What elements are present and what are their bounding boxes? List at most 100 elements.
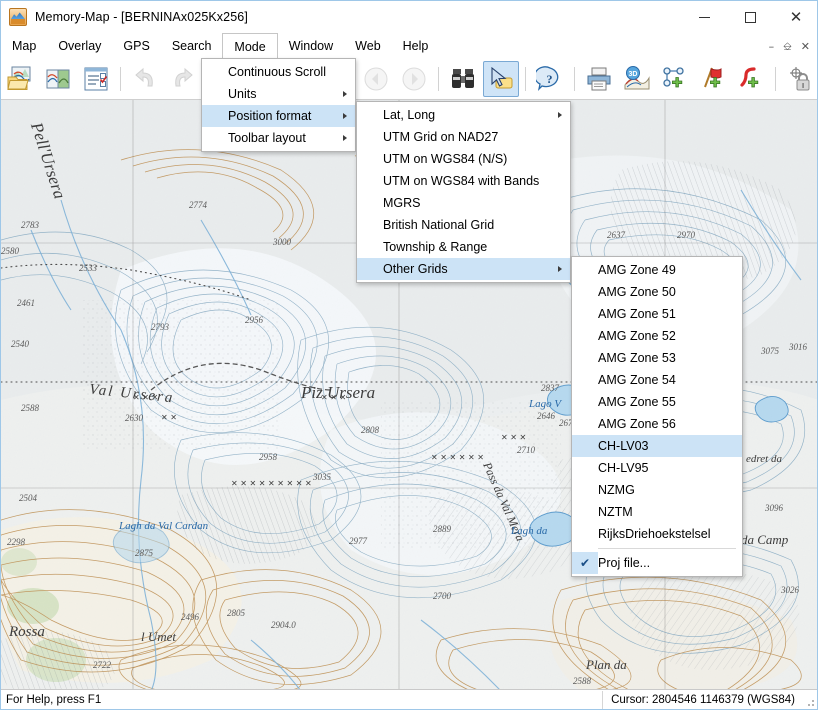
menu-item-amg-zone-53[interactable]: AMG Zone 53: [572, 347, 742, 369]
select-tool-button[interactable]: [483, 61, 519, 97]
add-track-button[interactable]: [733, 61, 769, 97]
menubar-item-window[interactable]: Window: [278, 33, 344, 59]
menu-item-units[interactable]: Units: [202, 83, 355, 105]
undo-button[interactable]: [127, 61, 163, 97]
resize-grip[interactable]: [803, 691, 817, 709]
maximize-button[interactable]: [727, 1, 773, 33]
menu-label: British National Grid: [383, 218, 495, 232]
toolbar-separator-2: [438, 67, 439, 91]
menubar-item-search[interactable]: Search: [161, 33, 223, 59]
menu-item-amg-zone-51[interactable]: AMG Zone 51: [572, 303, 742, 325]
menubar-item-map[interactable]: Map: [1, 33, 47, 59]
forward-arrow-icon: [402, 67, 426, 91]
help-button[interactable]: ?: [532, 61, 568, 97]
menu-item-continuous-scroll[interactable]: Continuous Scroll: [202, 61, 355, 83]
map-elevation-label: 2700: [433, 591, 451, 601]
add-route-button[interactable]: [657, 61, 693, 97]
submenu-arrow-icon: [343, 91, 347, 97]
toolbar-separator-4: [574, 67, 575, 91]
menu-item-british-national-grid[interactable]: British National Grid: [357, 214, 570, 236]
menu-gutter: ✔: [572, 552, 598, 574]
mdi-restore-button[interactable]: ⎒: [783, 41, 792, 52]
menu-gutter: [202, 105, 228, 127]
menubar-item-mode[interactable]: Mode: [222, 33, 278, 59]
map-elevation-label: 2783: [21, 220, 39, 230]
map-elevation-label: 2970: [677, 230, 695, 240]
map-elevation-label: 2588: [21, 403, 39, 413]
menu-item-amg-zone-54[interactable]: AMG Zone 54: [572, 369, 742, 391]
menu-gutter: [357, 170, 383, 192]
menu-label: AMG Zone 52: [598, 329, 676, 343]
menu-gutter: [572, 457, 598, 479]
menu-item-ch-lv95[interactable]: CH-LV95: [572, 457, 742, 479]
menu-item-position-format[interactable]: Position format: [202, 105, 355, 127]
submenu-arrow-icon: [558, 266, 562, 272]
redo-button[interactable]: [165, 61, 201, 97]
menu-item-other-grids[interactable]: Other Grids: [357, 258, 570, 280]
menu-item-utm-wgs84-ns[interactable]: UTM on WGS84 (N/S): [357, 148, 570, 170]
menu-item-amg-zone-52[interactable]: AMG Zone 52: [572, 325, 742, 347]
menu-gutter: [572, 413, 598, 435]
menu-label: CH-LV95: [598, 461, 649, 475]
menu-item-proj-file[interactable]: ✔ Proj file...: [572, 552, 742, 574]
menu-separator: [598, 548, 736, 549]
find-button[interactable]: [445, 61, 481, 97]
map-elevation-label: 2580: [1, 246, 19, 256]
map-elevation-label: 2710: [517, 445, 535, 455]
map-compare-button[interactable]: [40, 61, 76, 97]
lock-button[interactable]: [782, 61, 817, 97]
menu-item-utm-grid-nad27[interactable]: UTM Grid on NAD27: [357, 126, 570, 148]
menu-label: Proj file...: [598, 556, 651, 570]
menu-bar: Map Overlay GPS Search Mode Window Web H…: [1, 33, 817, 59]
menu-item-amg-zone-49[interactable]: AMG Zone 49: [572, 259, 742, 281]
open-map-button[interactable]: [2, 61, 38, 97]
menu-label: NZMG: [598, 483, 635, 497]
menu-item-ch-lv03[interactable]: CH-LV03: [572, 435, 742, 457]
position-format-menu: Lat, Long UTM Grid on NAD27 UTM on WGS84…: [356, 101, 571, 283]
help-question-icon: ?: [536, 66, 559, 91]
menu-item-mgrs[interactable]: MGRS: [357, 192, 570, 214]
3d-map-icon: 3D: [624, 66, 650, 90]
map-elevation-label: 2637: [607, 230, 625, 240]
menubar-item-gps[interactable]: GPS: [112, 33, 160, 59]
menu-label: MGRS: [383, 196, 421, 210]
menu-item-amg-zone-55[interactable]: AMG Zone 55: [572, 391, 742, 413]
menu-label: AMG Zone 50: [598, 285, 676, 299]
menu-gutter: [202, 127, 228, 149]
minimize-button[interactable]: [681, 1, 727, 33]
map-elevation-label: 3026: [781, 585, 799, 595]
print-button[interactable]: [581, 61, 617, 97]
view-3d-button[interactable]: 3D: [619, 61, 655, 97]
menu-gutter: [202, 61, 228, 83]
map-elevation-label: 2533: [79, 263, 97, 273]
mdi-minimize-button[interactable]: –: [769, 41, 775, 52]
menu-item-nzmg[interactable]: NZMG: [572, 479, 742, 501]
menubar-item-help[interactable]: Help: [392, 33, 440, 59]
menu-gutter: [357, 104, 383, 126]
mode-menu: Continuous Scroll Units Position format …: [201, 58, 356, 152]
mdi-close-button[interactable]: ✕: [801, 41, 810, 52]
menu-item-amg-zone-56[interactable]: AMG Zone 56: [572, 413, 742, 435]
menu-item-township-range[interactable]: Township & Range: [357, 236, 570, 258]
back-arrow-icon: [364, 67, 388, 91]
add-waypoint-button[interactable]: [695, 61, 731, 97]
menu-item-nztm[interactable]: NZTM: [572, 501, 742, 523]
open-map-folder-icon: [7, 66, 31, 90]
checkmark-icon: ✔: [579, 556, 591, 570]
forward-button[interactable]: [396, 61, 432, 97]
memory-map-app-icon: [9, 8, 27, 26]
menu-item-rijksdriehoekstelsel[interactable]: RijksDriehoekstelsel: [572, 523, 742, 545]
menubar-item-web[interactable]: Web: [344, 33, 391, 59]
map-elevation-label: 3075: [761, 346, 779, 356]
menu-label: CH-LV03: [598, 439, 649, 453]
menubar-item-overlay[interactable]: Overlay: [47, 33, 112, 59]
menu-item-amg-zone-50[interactable]: AMG Zone 50: [572, 281, 742, 303]
menu-item-utm-wgs84-bands[interactable]: UTM on WGS84 with Bands: [357, 170, 570, 192]
back-button[interactable]: [358, 61, 394, 97]
menu-item-lat-long[interactable]: Lat, Long: [357, 104, 570, 126]
close-button[interactable]: ✕: [773, 1, 817, 33]
main-toolbar: ? 3D: [1, 59, 817, 100]
map-list-button[interactable]: [78, 61, 114, 97]
menu-item-toolbar-layout[interactable]: Toolbar layout: [202, 127, 355, 149]
menu-label: AMG Zone 51: [598, 307, 676, 321]
